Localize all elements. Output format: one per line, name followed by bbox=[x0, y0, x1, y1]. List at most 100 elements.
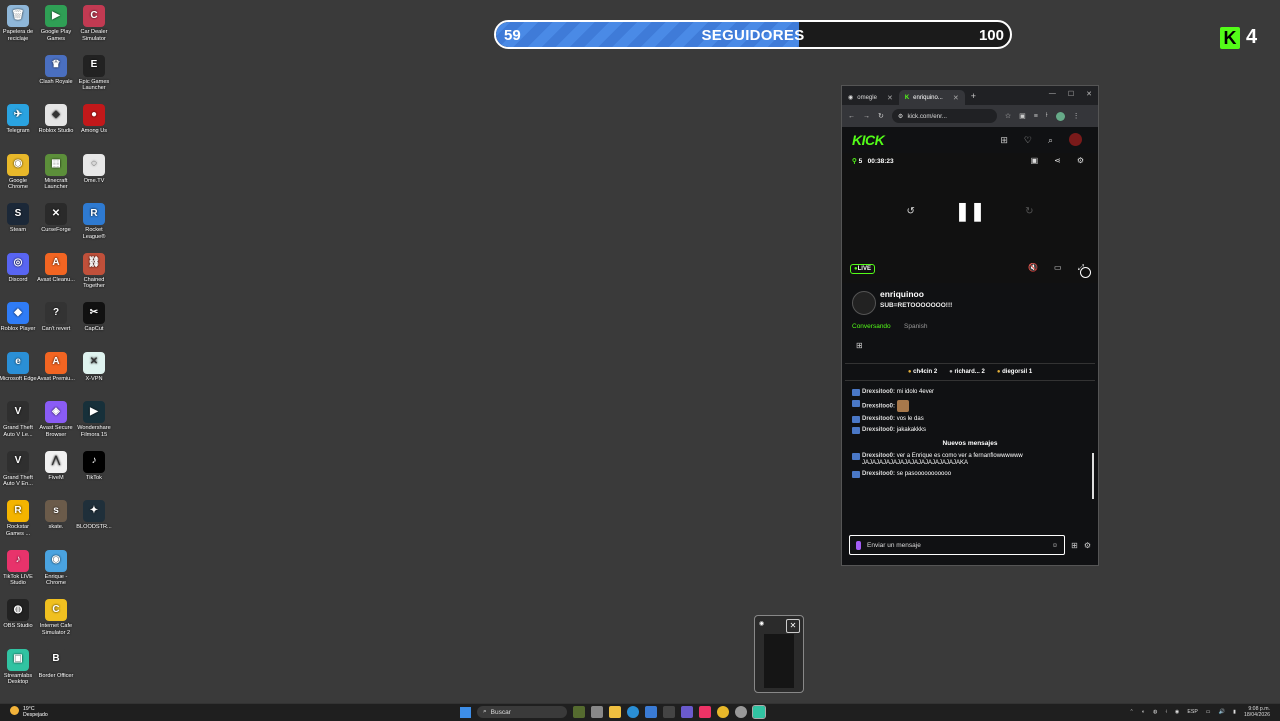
desktop-shortcut[interactable]: ◆ Roblox Player bbox=[0, 302, 37, 333]
desktop-shortcut[interactable]: E Epic Games Launcher bbox=[75, 54, 113, 92]
channel-name[interactable]: enriquinoo bbox=[880, 289, 924, 299]
tray-app-icon[interactable]: ◐ bbox=[1142, 709, 1145, 715]
chat-input[interactable]: Enviar un mensaje ☺ bbox=[849, 535, 1066, 555]
weather-widget[interactable]: 19°C Despejado bbox=[10, 706, 48, 718]
tab-kick[interactable]: K enriquino... ✕ bbox=[898, 90, 965, 105]
tray-app-icon[interactable]: ◍ bbox=[1153, 709, 1158, 715]
discord-taskbar-icon[interactable] bbox=[681, 706, 693, 718]
gift-sub-icon[interactable]: ⊞ bbox=[1071, 541, 1078, 550]
gifter-item[interactable]: ● diegorsil 1 bbox=[997, 369, 1032, 375]
desktop-shortcut[interactable]: C Car Dealer Simulator bbox=[75, 5, 113, 42]
rewind-icon[interactable]: ↺ bbox=[907, 206, 915, 217]
mic-tray-icon[interactable]: ⍿ bbox=[1166, 709, 1167, 716]
desktop-shortcut[interactable]: ⛓ Chained Together bbox=[75, 252, 113, 290]
desktop-shortcut[interactable]: ▶ Google Play Games bbox=[37, 5, 75, 42]
desktop-shortcut[interactable]: ◉ Enrique - Chrome bbox=[37, 549, 75, 587]
kick-logo[interactable]: KICK bbox=[852, 132, 885, 148]
desktop-shortcut[interactable]: ✕ CurseForge bbox=[37, 203, 75, 234]
store-icon[interactable] bbox=[663, 706, 675, 718]
desktop-shortcut[interactable]: ▦ Minecraft Launcher bbox=[37, 153, 75, 191]
theater-mode-icon[interactable]: ▭ bbox=[1054, 263, 1062, 273]
desktop-shortcut[interactable]: ♛ Clash Royale bbox=[37, 54, 75, 86]
chrome-taskbar-icon[interactable] bbox=[717, 706, 729, 718]
windows-start-icon[interactable] bbox=[460, 706, 471, 718]
desktop-shortcut[interactable]: ◍ OBS Studio bbox=[0, 599, 37, 630]
photoshop-icon[interactable] bbox=[645, 706, 657, 718]
gifter-item[interactable]: ● ch4cin 2 bbox=[908, 369, 937, 375]
desktop-shortcut[interactable]: R Rocket League® bbox=[75, 203, 113, 240]
streamlabs-taskbar-icon[interactable] bbox=[752, 705, 766, 719]
new-tab-button[interactable]: + bbox=[971, 91, 976, 101]
user-avatar[interactable] bbox=[1069, 133, 1082, 146]
chat-identity-icon[interactable] bbox=[856, 540, 861, 550]
close-tab-icon[interactable]: ✕ bbox=[953, 94, 959, 102]
desktop-shortcut[interactable]: C Internet Cafe Simulator 2 bbox=[37, 599, 75, 636]
bookmark-star-icon[interactable]: ☆ bbox=[1005, 112, 1011, 120]
widgets-icon[interactable] bbox=[573, 706, 585, 718]
chevron-up-icon[interactable]: ⌃ bbox=[1130, 709, 1134, 715]
tiktok-taskbar-icon[interactable] bbox=[699, 706, 711, 718]
file-explorer-icon[interactable] bbox=[609, 706, 621, 718]
desktop-shortcut[interactable]: S Steam bbox=[0, 203, 37, 234]
menu-dots-icon[interactable]: ⋮ bbox=[1073, 112, 1080, 120]
desktop-shortcut[interactable]: A Avast Premiu... bbox=[37, 351, 75, 383]
taskbar-search[interactable]: ⌕ Buscar bbox=[477, 706, 567, 718]
desktop-shortcut[interactable]: ♪ TikTok bbox=[75, 450, 113, 482]
gift-icon[interactable]: ⊞ bbox=[856, 341, 863, 350]
obs-taskbar-icon[interactable] bbox=[735, 706, 747, 718]
stream-category[interactable]: Conversando bbox=[852, 323, 891, 330]
desktop-shortcut[interactable]: ◌ Ome.TV bbox=[75, 153, 113, 185]
desktop-shortcut[interactable]: ⋀ FiveM bbox=[37, 450, 75, 482]
desktop-shortcut[interactable]: ▣ Streamlabs Desktop bbox=[0, 648, 37, 686]
profile-icon[interactable] bbox=[1055, 111, 1065, 121]
desktop-shortcut[interactable]: R Rockstar Games ... bbox=[0, 500, 37, 537]
desktop-shortcut[interactable]: e Microsoft Edge bbox=[0, 351, 37, 383]
tab-omegle[interactable]: ◉ omegle ✕ bbox=[842, 90, 899, 105]
minimize-icon[interactable]: — bbox=[1049, 90, 1056, 98]
desktop-shortcut[interactable]: ▶ Wondershare Filmora 15 bbox=[75, 401, 113, 438]
close-preview-icon[interactable]: ✕ bbox=[786, 619, 800, 633]
desktop-shortcut[interactable]: ✦ BLOODSTR... bbox=[75, 500, 113, 531]
edge-taskbar-icon[interactable] bbox=[627, 706, 639, 718]
volume-icon[interactable]: 🔊 bbox=[1219, 709, 1225, 715]
chat-settings-icon[interactable]: ⚙ bbox=[1084, 541, 1091, 550]
url-field[interactable]: ⚙ kick.com/enr... bbox=[891, 109, 997, 123]
mic-icon[interactable]: ⍿ bbox=[1046, 112, 1048, 120]
close-window-icon[interactable]: ✕ bbox=[1086, 90, 1092, 98]
search-icon[interactable]: ⌕ bbox=[1048, 135, 1053, 146]
battery-icon[interactable]: ▮ bbox=[1233, 709, 1236, 715]
forward-icon[interactable]: → bbox=[863, 113, 870, 120]
forward-skip-icon[interactable]: ↻ bbox=[1025, 206, 1033, 217]
gift-box-icon[interactable]: ⊞ bbox=[1000, 135, 1008, 146]
language-indicator[interactable]: ESP bbox=[1187, 709, 1197, 715]
pause-icon[interactable]: ❚❚ bbox=[955, 201, 985, 222]
network-icon[interactable]: ▭ bbox=[1206, 709, 1211, 715]
site-info-icon[interactable]: ⚙ bbox=[898, 113, 904, 120]
desktop-shortcut[interactable]: A Avast Cleanu... bbox=[37, 252, 75, 284]
reload-icon[interactable]: ↻ bbox=[878, 112, 884, 120]
desktop-shortcut[interactable]: ✕ X-VPN bbox=[75, 351, 113, 383]
desktop-shortcut[interactable]: ◆ Roblox Studio bbox=[37, 104, 75, 135]
stream-language[interactable]: Spanish bbox=[904, 323, 928, 330]
gifter-item[interactable]: ● richard... 2 bbox=[949, 369, 985, 375]
desktop-shortcut[interactable]: ? Can't revert bbox=[37, 302, 75, 333]
mute-icon[interactable]: 🔇 bbox=[1028, 263, 1038, 273]
share-icon[interactable]: ⋖ bbox=[1054, 156, 1061, 165]
desktop-shortcut[interactable]: ◈ Avast Secure Browser bbox=[37, 401, 75, 438]
desktop-shortcut[interactable]: ● Among Us bbox=[75, 104, 113, 135]
video-player[interactable]: ⚲ 5 00:38:23 ▣ ⋖ ⚙ ↺ ❚❚ ↻ ●LIVE 🔇 ▭ ⤢ bbox=[842, 153, 1098, 283]
desktop-shortcut[interactable]: ♪ TikTok LIVE Studio bbox=[0, 549, 37, 587]
channel-avatar[interactable] bbox=[852, 291, 876, 315]
clock[interactable]: 9:08 p.m. 18/04/2026 bbox=[1244, 706, 1270, 718]
maximize-icon[interactable]: ☐ bbox=[1068, 90, 1074, 98]
desktop-shortcut[interactable]: s skate. bbox=[37, 500, 75, 531]
media-icon[interactable]: ≡ bbox=[1034, 113, 1038, 120]
chat-scrollbar[interactable] bbox=[1092, 453, 1094, 499]
desktop-shortcut[interactable]: ✈ Telegram bbox=[0, 104, 37, 135]
settings-gear-icon[interactable]: ⚙ bbox=[1077, 156, 1084, 165]
desktop-shortcut[interactable]: B Border Officer bbox=[37, 648, 75, 680]
task-view-icon[interactable] bbox=[591, 706, 603, 718]
extensions-icon[interactable]: ▣ bbox=[1019, 112, 1026, 120]
desktop-shortcut[interactable]: ✂ CapCut bbox=[75, 302, 113, 333]
desktop-shortcut[interactable]: 🗑 Papelera de reciclaje bbox=[0, 5, 37, 42]
